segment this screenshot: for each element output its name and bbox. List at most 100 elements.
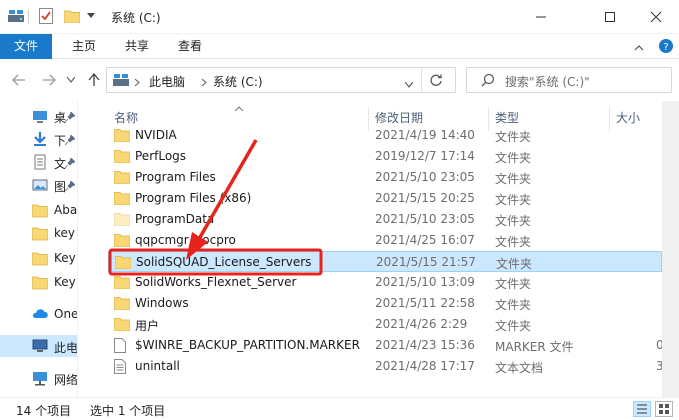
file-type: 文件夹: [495, 151, 532, 165]
search-input[interactable]: 搜索"系统 (C:)": [466, 67, 672, 93]
file-name: qqpcmgr_docpro: [135, 233, 236, 247]
file-row[interactable]: Windows 2021/5/11 22:58 文件夹: [108, 293, 662, 314]
folder-icon: [31, 202, 49, 218]
nav-item-pictures[interactable]: 图: [0, 174, 77, 196]
nav-item-folder[interactable]: Aba: [0, 199, 78, 221]
file-type: 文件夹: [495, 319, 532, 333]
nav-item-label: Key: [54, 275, 76, 289]
item-count: 14 个项目: [16, 404, 72, 418]
file-name: Program Files (x86): [135, 191, 252, 205]
network-icon: [32, 370, 48, 386]
nav-item-folder[interactable]: Key: [0, 271, 77, 293]
svg-text:?: ?: [663, 42, 668, 53]
refresh-icon[interactable]: [429, 73, 443, 90]
file-name: SolidWorks_Flexnet_Server: [135, 275, 297, 289]
pin-icon: [64, 157, 76, 169]
properties-icon[interactable]: [38, 8, 54, 24]
title-bar: 系统 (C:): [0, 0, 679, 34]
breadcrumb-chevron-icon[interactable]: [134, 76, 140, 90]
close-button[interactable]: [633, 0, 679, 34]
nav-item-onedrive[interactable]: OneD: [0, 303, 77, 325]
tab-file[interactable]: 文件: [0, 34, 52, 59]
file-type: 文件夹: [495, 298, 532, 312]
column-header-name[interactable]: 名称: [114, 109, 138, 126]
desktop-icon: [32, 108, 48, 124]
file-date: 2021/5/11 22:58: [375, 296, 475, 310]
file-row[interactable]: NVIDIA 2021/4/19 14:40 文件夹: [108, 125, 662, 146]
file-date: 2021/5/15 21:57: [376, 255, 476, 269]
details-view-button[interactable]: [633, 401, 651, 417]
file-row[interactable]: SolidWorks_Flexnet_Server 2021/5/10 13:09…: [108, 272, 662, 293]
file-type: 文件夹: [495, 214, 532, 228]
file-name: ProgramData: [135, 212, 215, 226]
minimize-button[interactable]: [518, 0, 564, 34]
file-name: 用户: [135, 319, 160, 333]
vertical-scrollbar[interactable]: [662, 101, 679, 397]
nav-item-desktop[interactable]: 桌: [0, 105, 77, 127]
nav-item-folder[interactable]: Key: [0, 247, 77, 269]
file-type: 文件夹: [495, 193, 532, 207]
customize-quick-access-icon[interactable]: [86, 8, 96, 24]
pin-icon: [64, 180, 76, 192]
folder-icon: [114, 255, 132, 270]
file-row-selected[interactable]: SolidSQUAD_License_Servers 2021/5/15 21:5…: [108, 251, 662, 272]
nav-item-label: 网络: [54, 373, 78, 387]
file-row[interactable]: PerfLogs 2019/12/7 17:14 文件夹: [108, 146, 662, 167]
recent-locations-icon[interactable]: [65, 71, 77, 89]
breadcrumb-drive-c[interactable]: 系统 (C:): [213, 73, 263, 90]
toolbar-separator: [28, 10, 29, 24]
folder-icon: [113, 296, 131, 311]
file-row[interactable]: Program Files 2021/5/10 23:05 文件夹: [108, 167, 662, 188]
folder-icon: [31, 274, 49, 290]
new-folder-icon[interactable]: [63, 8, 81, 24]
tab-view[interactable]: 查看: [170, 34, 210, 59]
file-date: 2021/5/10 13:09: [375, 275, 475, 289]
up-button[interactable]: [86, 71, 102, 89]
file-row[interactable]: Program Files (x86) 2021/5/15 20:25 文件夹: [108, 188, 662, 209]
address-dropdown-icon[interactable]: [404, 77, 414, 91]
file-row[interactable]: 用户 2021/4/26 2:29 文件夹: [108, 314, 662, 335]
address-bar[interactable]: 此电脑 系统 (C:): [106, 67, 456, 93]
nav-item-label: Aba: [54, 203, 78, 217]
file-list: 名称 修改日期 类型 大小 NVIDIA 2021/4/19 14:40 文件夹 Pe…: [79, 101, 679, 397]
forward-button[interactable]: [40, 71, 58, 89]
file-name: NVIDIA: [135, 128, 177, 142]
breadcrumb-chevron-icon[interactable]: [201, 76, 207, 90]
file-type: MARKER 文件: [495, 340, 574, 354]
breadcrumb-this-pc[interactable]: 此电脑: [149, 73, 185, 90]
file-row[interactable]: unintall 2021/4/28 17:17 文本文档 3: [108, 356, 664, 377]
folder-icon: [113, 233, 131, 248]
nav-item-downloads[interactable]: 下: [0, 128, 77, 150]
maximize-button[interactable]: [587, 0, 633, 34]
back-button[interactable]: [10, 71, 28, 89]
help-icon[interactable]: ?: [658, 38, 674, 57]
navigation-pane: 桌 下 文 图 Aba key Key Key OneD 此电脑: [0, 101, 78, 397]
column-header-type[interactable]: 类型: [495, 109, 519, 126]
tab-home[interactable]: 主页: [64, 34, 104, 59]
expand-ribbon-icon[interactable]: [634, 41, 644, 55]
nav-item-documents[interactable]: 文: [0, 151, 77, 173]
selection-count: 选中 1 个项目: [90, 404, 166, 418]
folder-icon: [31, 250, 49, 266]
file-row[interactable]: $WINRE_BACKUP_PARTITION.MARKER 2021/4/23 …: [108, 335, 664, 356]
folder-icon: [113, 275, 131, 290]
text-file-icon: [114, 359, 130, 374]
tab-share[interactable]: 共享: [117, 34, 157, 59]
file-row[interactable]: qqpcmgr_docpro 2021/4/25 16:07 文件夹: [108, 230, 662, 251]
nav-item-folder[interactable]: key: [0, 222, 77, 244]
folder-icon: [113, 149, 131, 164]
column-header-size[interactable]: 大小: [616, 109, 640, 126]
window-title: 系统 (C:): [111, 11, 161, 25]
this-pc-icon: [32, 338, 48, 354]
column-header-date[interactable]: 修改日期: [375, 109, 423, 126]
file-type: 文件夹: [495, 277, 532, 291]
file-type: 文件夹: [495, 235, 532, 249]
file-row[interactable]: ProgramData 2021/5/10 23:05 文件夹: [108, 209, 662, 230]
nav-item-network[interactable]: 网络: [0, 367, 78, 389]
search-icon: [481, 73, 495, 90]
large-icons-view-button[interactable]: [655, 401, 673, 417]
file-date: 2021/4/26 2:29: [375, 317, 468, 331]
this-pc-icon: [113, 73, 129, 90]
nav-item-this-pc[interactable]: 此电脑: [0, 335, 77, 357]
file-date: 2021/5/10 23:05: [375, 170, 475, 184]
